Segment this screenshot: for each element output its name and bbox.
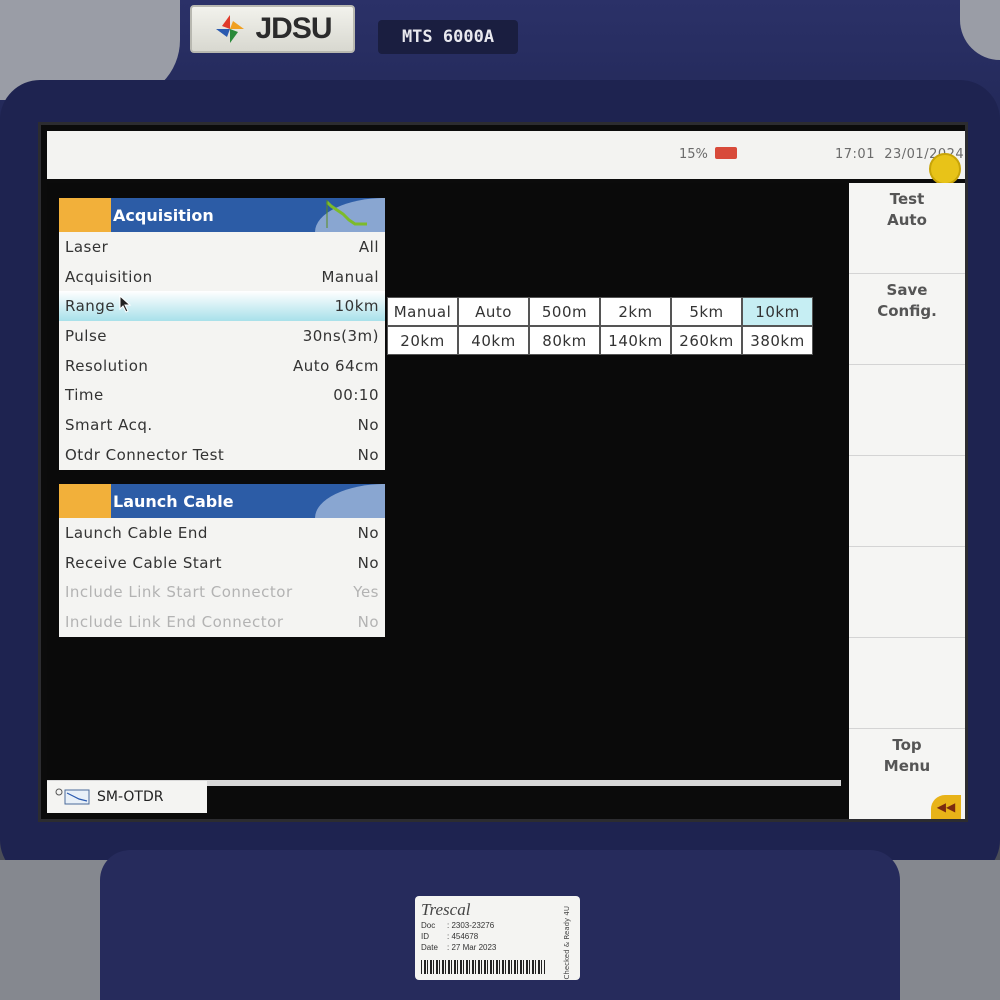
softkey-empty-6[interactable] — [849, 638, 965, 729]
setting-value: Yes — [353, 583, 379, 602]
range-option-380km[interactable]: 380km — [742, 326, 813, 355]
range-option-500m[interactable]: 500m — [529, 297, 600, 326]
range-option-2km[interactable]: 2km — [600, 297, 671, 326]
time: 17:01 — [835, 147, 875, 162]
range-options-grid: Manual Auto 500m 2km 5km 10km 20km 40km … — [387, 297, 813, 355]
setting-label: Include Link End Connector — [65, 612, 284, 631]
setting-label: Time — [65, 386, 104, 405]
setting-launch-cable-end[interactable]: Launch Cable End No — [59, 518, 385, 548]
range-option-140km[interactable]: 140km — [600, 326, 671, 355]
range-option-40km[interactable]: 40km — [458, 326, 529, 355]
range-option-auto[interactable]: Auto — [458, 297, 529, 326]
tab-label: SM-OTDR — [97, 789, 164, 805]
brand-name: JDSU — [255, 12, 332, 45]
header-decoration — [315, 484, 385, 518]
softkey-empty-3[interactable] — [849, 365, 965, 456]
range-option-80km[interactable]: 80km — [529, 326, 600, 355]
calibration-sticker: Trescal Doc : 2303-23276 ID : 454678 Dat… — [415, 896, 580, 980]
sticker-date-value: : 27 Mar 2023 — [447, 943, 497, 952]
softkey-empty-5[interactable] — [849, 547, 965, 638]
setting-label: Receive Cable Start — [65, 553, 222, 572]
sticker-doc: Doc : 2303-23276 — [421, 920, 574, 931]
sticker-id-label: ID — [421, 932, 429, 941]
setting-value: 30ns(3m) — [302, 326, 379, 345]
battery-level: 15% — [679, 147, 708, 162]
otdr-trace-icon — [325, 200, 367, 228]
screen: 15% 17:01 23/01/2024 Acquisition Laser A… — [38, 122, 968, 822]
sticker-doc-value: : 2303-23276 — [447, 921, 495, 930]
setting-value: All — [358, 237, 379, 256]
setting-include-link-end-connector: Include Link End Connector No — [59, 607, 385, 637]
mouse-cursor-icon — [119, 295, 132, 313]
setting-range[interactable]: Range 10km — [59, 291, 385, 322]
setting-receive-cable-start[interactable]: Receive Cable Start No — [59, 548, 385, 578]
setting-smart-acq[interactable]: Smart Acq. No — [59, 410, 385, 440]
panel-title: Launch Cable — [113, 491, 234, 511]
setting-value: No — [357, 553, 379, 572]
otdr-tab-icon — [55, 788, 90, 805]
acquisition-panel: Acquisition Laser All Acquisition Manual… — [59, 198, 385, 470]
sticker-side-text: Checked & Ready 4U — [563, 906, 571, 980]
setting-label: Include Link Start Connector — [65, 583, 293, 602]
range-option-5km[interactable]: 5km — [671, 297, 742, 326]
range-option-20km[interactable]: 20km — [387, 326, 458, 355]
jdsu-logo-icon — [216, 15, 245, 43]
tab-sm-otdr[interactable]: SM-OTDR — [47, 781, 207, 813]
setting-value: No — [357, 612, 379, 631]
softkey-column: Test Auto Save Config. Top Menu — [849, 183, 965, 819]
status-bar: 15% 17:01 23/01/2024 — [47, 131, 965, 185]
setting-value: Manual — [321, 267, 379, 286]
setting-otdr-connector-test[interactable]: Otdr Connector Test No — [59, 440, 385, 470]
setting-value: No — [357, 415, 379, 434]
sticker-doc-label: Doc — [421, 921, 436, 930]
device-edge — [890, 860, 1000, 1000]
panel-header: Launch Cable — [59, 484, 385, 518]
range-option-260km[interactable]: 260km — [671, 326, 742, 355]
brand-badge: JDSU — [190, 5, 355, 53]
launch-cable-panel: Launch Cable Launch Cable End No Receive… — [59, 484, 385, 637]
setting-label: Smart Acq. — [65, 415, 153, 434]
sticker-date: Date : 27 Mar 2023 — [421, 942, 574, 953]
setting-label: Acquisition — [65, 267, 153, 286]
range-option-10km[interactable]: 10km — [742, 297, 813, 326]
softkey-save-config[interactable]: Save Config. — [849, 274, 965, 365]
setting-label: Launch Cable End — [65, 523, 208, 542]
panel-header: Acquisition — [59, 198, 385, 232]
barcode — [421, 960, 545, 974]
setting-label: Resolution — [65, 356, 149, 375]
setting-pulse[interactable]: Pulse 30ns(3m) — [59, 321, 385, 351]
softkey-empty-4[interactable] — [849, 456, 965, 547]
battery-icon — [715, 147, 737, 159]
setting-include-link-start-connector: Include Link Start Connector Yes — [59, 577, 385, 607]
setting-resolution[interactable]: Resolution Auto 64cm — [59, 351, 385, 381]
setting-label: Pulse — [65, 326, 107, 345]
sticker-brand: Trescal — [421, 900, 471, 919]
setting-time[interactable]: Time 00:10 — [59, 380, 385, 410]
main-area: Acquisition Laser All Acquisition Manual… — [47, 183, 847, 783]
panel-title: Acquisition — [113, 205, 214, 225]
setting-value: No — [357, 523, 379, 542]
setting-value: Auto 64cm — [292, 356, 379, 375]
setting-label: Range — [65, 297, 116, 316]
setting-value: No — [357, 445, 379, 464]
setting-value: 00:10 — [333, 386, 379, 405]
sticker-id-value: : 454678 — [447, 932, 479, 941]
range-option-manual[interactable]: Manual — [387, 297, 458, 326]
status-indicator-icon — [929, 153, 961, 185]
setting-acquisition[interactable]: Acquisition Manual — [59, 262, 385, 292]
setting-label: Laser — [65, 237, 109, 256]
setting-label: Otdr Connector Test — [65, 445, 225, 464]
setting-value: 10km — [334, 297, 379, 316]
setting-laser[interactable]: Laser All — [59, 232, 385, 262]
model-name: MTS 6000A — [378, 20, 518, 54]
sticker-date-label: Date — [421, 943, 438, 952]
softkey-test-auto[interactable]: Test Auto — [849, 183, 965, 274]
back-arrow-icon[interactable]: ◀◀ — [931, 795, 961, 819]
sticker-id: ID : 454678 — [421, 931, 574, 942]
